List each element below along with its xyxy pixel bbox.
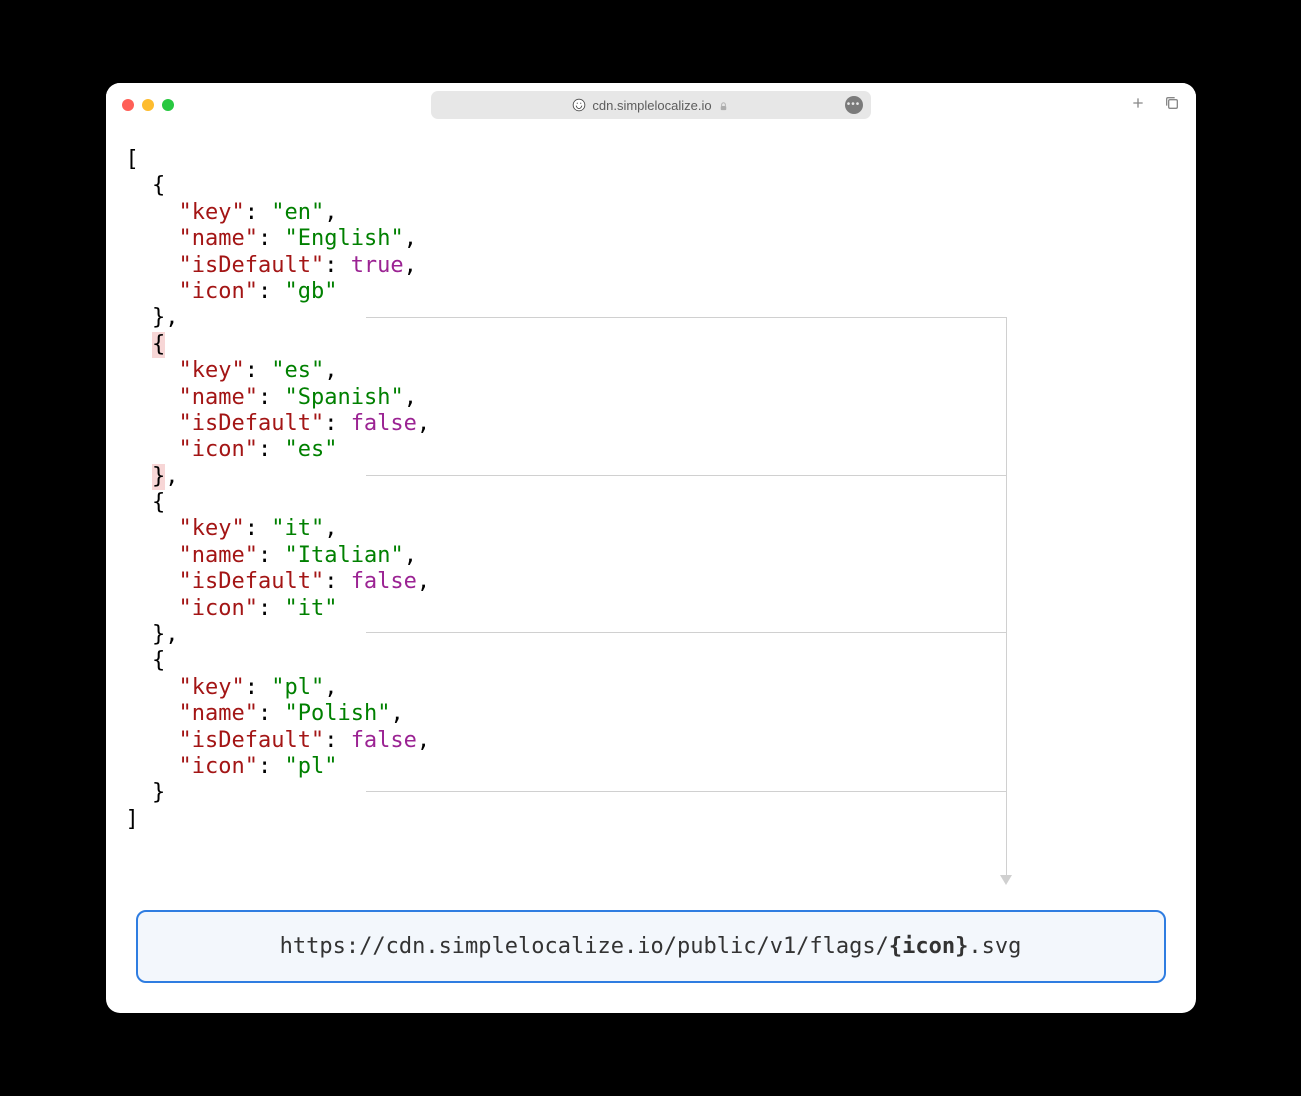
json-key: "name" xyxy=(178,701,257,726)
titlebar: cdn.simplelocalize.io ••• xyxy=(106,83,1196,127)
json-value: false xyxy=(351,728,417,753)
site-icon xyxy=(572,98,586,112)
json-value: "Italian" xyxy=(284,543,403,568)
brace-close: } xyxy=(152,780,165,805)
json-value: "Polish" xyxy=(284,701,390,726)
close-icon[interactable] xyxy=(122,99,134,111)
json-value: "gb" xyxy=(284,279,337,304)
json-value: false xyxy=(351,411,417,436)
more-icon[interactable]: ••• xyxy=(845,96,863,114)
url-suffix: .svg xyxy=(968,934,1021,959)
json-key: "icon" xyxy=(178,596,257,621)
bracket-open: [ xyxy=(126,147,139,172)
content-area: [ { "key": "en", "name": "English", "isD… xyxy=(106,127,1196,1013)
address-bar-url: cdn.simplelocalize.io xyxy=(592,98,711,113)
json-value: "it" xyxy=(284,596,337,621)
json-key: "icon" xyxy=(178,279,257,304)
json-key: "isDefault" xyxy=(178,569,324,594)
lock-icon xyxy=(718,100,729,111)
bracket-close: ] xyxy=(126,807,139,832)
url-template-box: https://cdn.simplelocalize.io/public/v1/… xyxy=(136,910,1166,983)
json-value: "es" xyxy=(271,358,324,383)
json-key: "name" xyxy=(178,543,257,568)
brace-close: } xyxy=(152,464,165,490)
new-tab-icon[interactable] xyxy=(1130,95,1146,116)
json-key: "key" xyxy=(178,200,244,225)
browser-window: cdn.simplelocalize.io ••• [ { "key": "en… xyxy=(106,83,1196,1013)
json-key: "icon" xyxy=(178,754,257,779)
json-value: "pl" xyxy=(284,754,337,779)
json-key: "key" xyxy=(178,358,244,383)
brace-open: { xyxy=(152,490,165,515)
json-value: "es" xyxy=(284,437,337,462)
json-key: "isDefault" xyxy=(178,253,324,278)
brace-open: { xyxy=(152,173,165,198)
json-value: "en" xyxy=(271,200,324,225)
json-key: "key" xyxy=(178,675,244,700)
minimize-icon[interactable] xyxy=(142,99,154,111)
brace-close: }, xyxy=(152,622,179,647)
json-key: "isDefault" xyxy=(178,728,324,753)
json-value: true xyxy=(351,253,404,278)
json-key: "key" xyxy=(178,516,244,541)
json-key: "name" xyxy=(178,226,257,251)
json-key: "isDefault" xyxy=(178,411,324,436)
json-value: "pl" xyxy=(271,675,324,700)
tabs-icon[interactable] xyxy=(1164,95,1180,116)
json-key: "name" xyxy=(178,385,257,410)
traffic-lights xyxy=(122,99,174,111)
json-value: "it" xyxy=(271,516,324,541)
maximize-icon[interactable] xyxy=(162,99,174,111)
arrow-down-icon xyxy=(1000,875,1012,885)
json-value: "English" xyxy=(284,226,403,251)
brace-open: { xyxy=(152,332,165,358)
url-placeholder: {icon} xyxy=(889,934,968,959)
brace-open: { xyxy=(152,648,165,673)
address-bar[interactable]: cdn.simplelocalize.io ••• xyxy=(431,91,871,119)
json-value: "Spanish" xyxy=(284,385,403,410)
json-value: false xyxy=(351,569,417,594)
json-key: "icon" xyxy=(178,437,257,462)
json-content: [ { "key": "en", "name": "English", "isD… xyxy=(126,147,1176,833)
url-prefix: https://cdn.simplelocalize.io/public/v1/… xyxy=(280,934,889,959)
titlebar-right xyxy=(1130,95,1180,116)
brace-close: }, xyxy=(152,305,179,330)
